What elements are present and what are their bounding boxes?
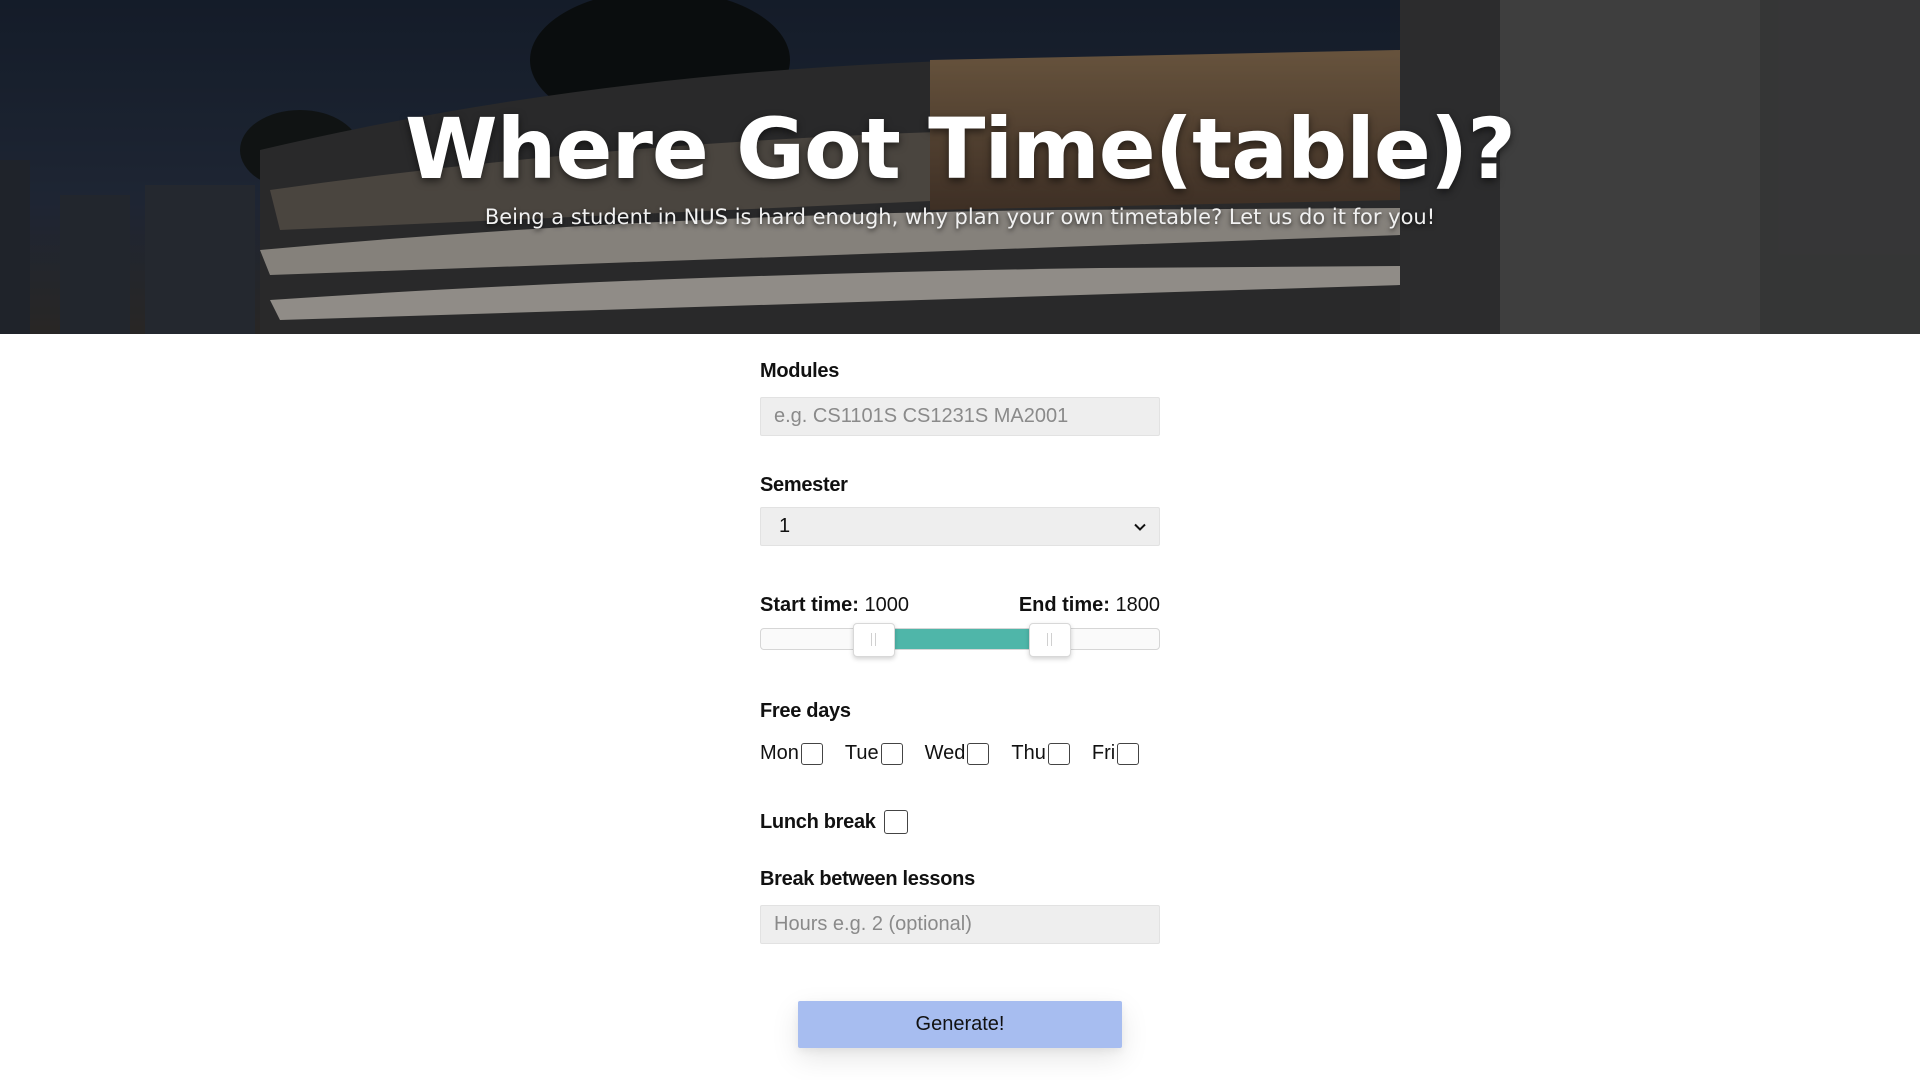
free-day-label: Thu bbox=[1011, 742, 1046, 764]
break-between-label: Break between lessons bbox=[760, 868, 975, 890]
page-subtitle: Being a student in NUS is hard enough, w… bbox=[484, 205, 1436, 229]
hero-banner: Where Got Time(table)? Being a student i… bbox=[0, 0, 1920, 334]
start-time-value: 1000 bbox=[864, 594, 909, 616]
semester-selected-value: 1 bbox=[779, 515, 791, 537]
start-time-handle[interactable] bbox=[853, 623, 895, 657]
end-time-value: 1800 bbox=[1115, 594, 1161, 616]
break-between-input[interactable] bbox=[760, 905, 1160, 944]
chevron-down-icon bbox=[1134, 523, 1146, 531]
free-day-wed[interactable]: Wed bbox=[925, 742, 990, 765]
slider-range-fill bbox=[873, 629, 1049, 649]
time-range-slider[interactable] bbox=[760, 623, 1160, 657]
generate-button[interactable]: Generate! bbox=[798, 1001, 1122, 1048]
semester-label: Semester bbox=[760, 474, 848, 496]
free-day-label: Fri bbox=[1091, 742, 1116, 764]
free-day-thu[interactable]: Thu bbox=[1011, 742, 1070, 765]
lunch-break-row: Lunch break bbox=[760, 810, 908, 834]
free-day-checkbox[interactable] bbox=[1117, 742, 1140, 765]
end-time-label: End time: bbox=[1018, 594, 1110, 616]
lunch-break-checkbox[interactable] bbox=[883, 810, 908, 834]
start-time-readout: Start time: 1000 bbox=[760, 594, 909, 617]
free-days-group: Mon Tue Wed Thu Fri bbox=[760, 742, 1140, 765]
modules-label: Modules bbox=[760, 360, 840, 382]
free-day-fri[interactable]: Fri bbox=[1091, 742, 1140, 765]
modules-input[interactable] bbox=[760, 397, 1160, 436]
free-day-checkbox[interactable] bbox=[800, 742, 823, 765]
free-day-label: Tue bbox=[844, 742, 879, 764]
free-day-label: Mon bbox=[760, 742, 799, 764]
free-day-checkbox[interactable] bbox=[1047, 742, 1070, 765]
time-range-labels: Start time: 1000 End time: 1800 bbox=[760, 594, 1160, 617]
end-time-handle[interactable] bbox=[1029, 623, 1071, 657]
free-day-tue[interactable]: Tue bbox=[845, 742, 903, 765]
lunch-break-label: Lunch break bbox=[760, 810, 876, 833]
start-time-label: Start time: bbox=[760, 594, 859, 616]
free-day-mon[interactable]: Mon bbox=[760, 742, 823, 765]
free-days-label: Free days bbox=[760, 700, 851, 722]
end-time-readout: End time: 1800 bbox=[1019, 594, 1160, 617]
free-day-checkbox[interactable] bbox=[880, 742, 903, 765]
free-day-checkbox[interactable] bbox=[967, 742, 990, 765]
page-title: Where Got Time(table)? bbox=[405, 100, 1516, 198]
free-day-label: Wed bbox=[924, 742, 966, 764]
semester-select[interactable]: 1 bbox=[760, 507, 1160, 546]
